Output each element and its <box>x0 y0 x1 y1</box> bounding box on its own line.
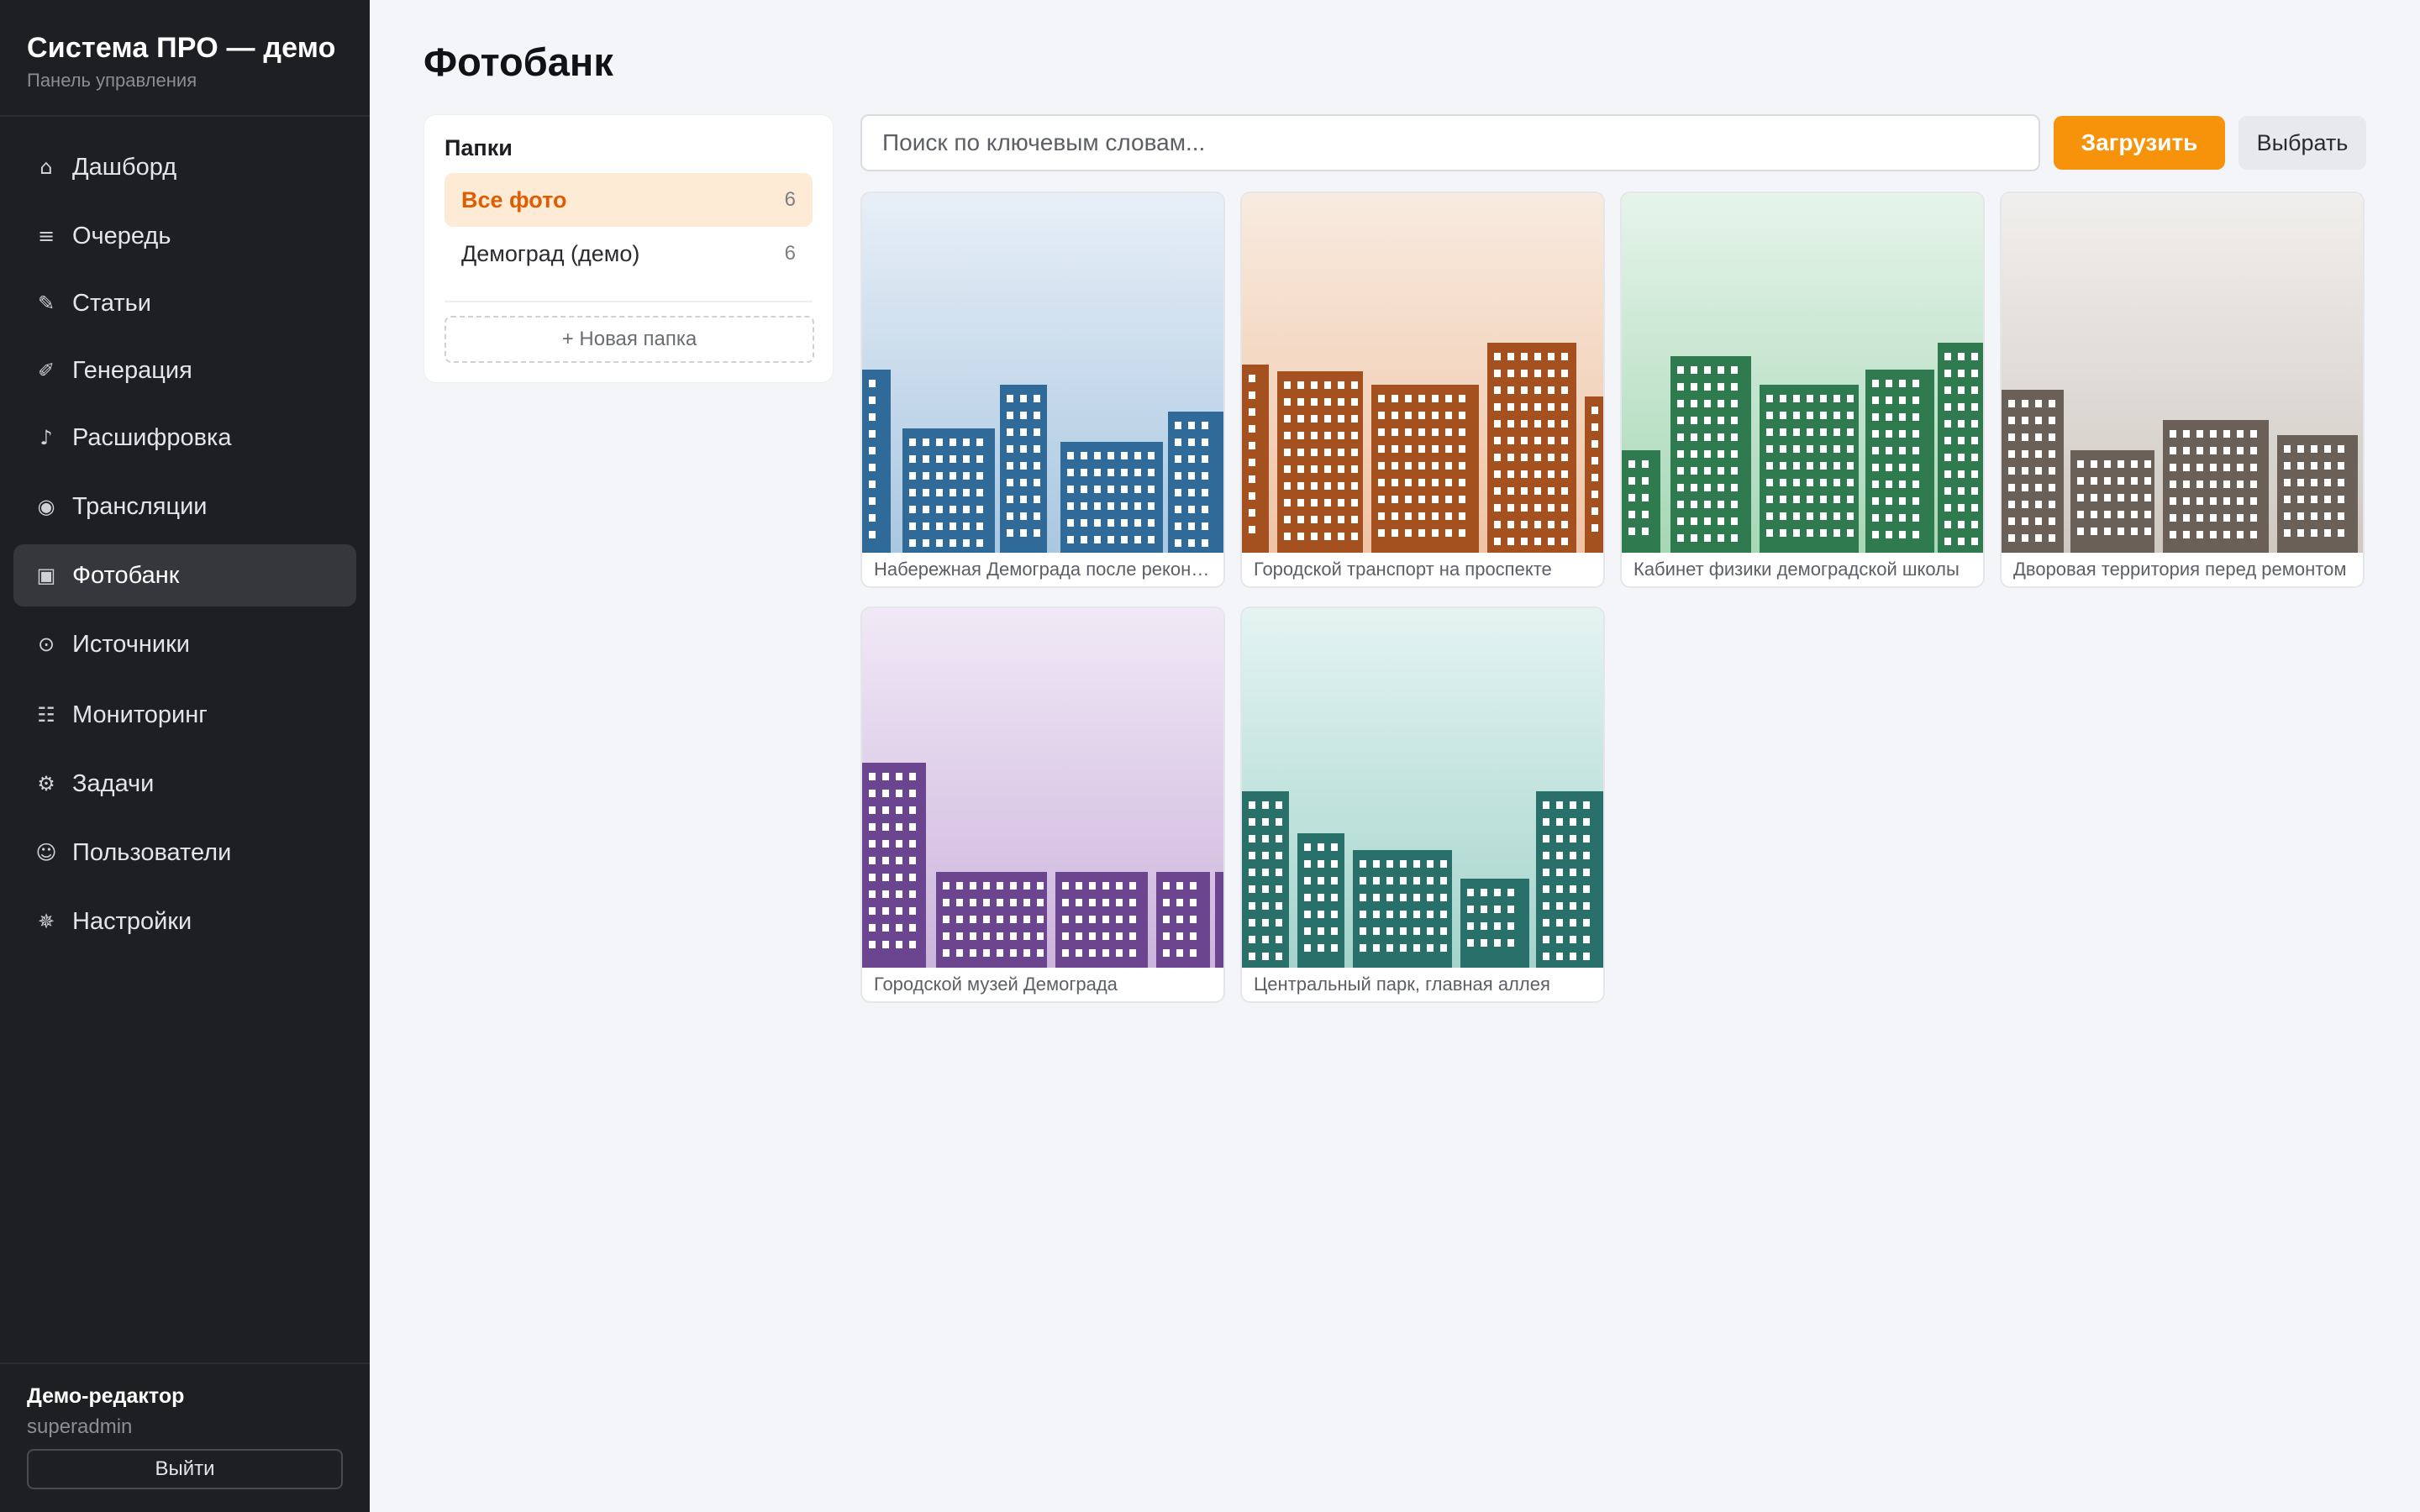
sidebar-item-label: Статьи <box>72 289 151 317</box>
photo-card[interactable]: Дворовая территория перед ремонтом <box>2000 192 2365 588</box>
photo-thumbnail <box>1242 608 1603 968</box>
sidebar-item-label: Фотобанк <box>72 561 180 589</box>
photo-caption: Набережная Демограда после реконструкции <box>874 559 1223 580</box>
sidebar-item-label: Дашборд <box>72 153 177 181</box>
sidebar-item-label: Генерация <box>72 356 192 384</box>
sidebar-item-label: Настройки <box>72 907 192 935</box>
sidebar-item-generation[interactable]: ✐ Генерация <box>13 339 356 402</box>
sidebar-item-monitoring[interactable]: ☷ Мониторинг <box>13 684 356 746</box>
photo-card[interactable]: Набережная Демограда после реконструкции <box>860 192 1225 588</box>
sidebar-item-settings[interactable]: ✵ Настройки <box>13 890 356 953</box>
folder-label: Демоград (демо) <box>461 240 640 266</box>
building-shape <box>862 370 891 553</box>
sidebar-item-label: Задачи <box>72 769 155 797</box>
home-icon: ⌂ <box>39 155 53 179</box>
photo-thumbnail <box>1242 193 1603 553</box>
photo-caption: Дворовая территория перед ремонтом <box>2013 559 2347 580</box>
sidebar: Система ПРО — демо Панель управления ⌂ Д… <box>0 0 370 1512</box>
folder-count: 6 <box>784 188 796 211</box>
broadcast-icon: ◉ <box>37 495 55 518</box>
list-icon: ≡ <box>37 224 55 248</box>
folder-count: 6 <box>784 242 796 265</box>
app-subtitle: Панель управления <box>27 70 197 91</box>
select-button[interactable]: Выбрать <box>2238 116 2366 170</box>
photo-caption: Городской музей Демограда <box>874 974 1118 995</box>
brand: Система ПРО — демо Панель управления <box>0 0 370 117</box>
building-shape <box>1168 412 1223 553</box>
folders-panel: Папки Все фото 6 Демоград (демо) 6 + Нов… <box>424 114 834 383</box>
sidebar-item-label: Расшифровка <box>72 423 232 451</box>
search-input[interactable] <box>860 114 2040 171</box>
photo-thumbnail <box>862 608 1223 968</box>
user-role: superadmin <box>27 1415 133 1438</box>
photo-icon: ▣ <box>36 564 56 587</box>
photo-caption: Кабинет физики демоградской школы <box>1634 559 1960 580</box>
pencil-icon: ✎ <box>37 291 55 315</box>
photo-card[interactable]: Центральный парк, главная аллея <box>1240 606 1605 1003</box>
sidebar-item-label: Источники <box>72 630 191 658</box>
photo-card[interactable]: Городской музей Демограда <box>860 606 1225 1003</box>
sidebar-item-photobank[interactable]: ▣ Фотобанк <box>13 544 356 606</box>
photo-thumbnail <box>1622 193 1983 553</box>
building-shape <box>936 872 1047 968</box>
user-name: Демо-редактор <box>27 1384 185 1408</box>
sidebar-item-label: Пользователи <box>72 838 232 866</box>
photo-card[interactable]: Городской транспорт на проспекте <box>1240 192 1605 588</box>
monitoring-icon: ☷ <box>37 703 55 727</box>
page-title: Фотобанк <box>424 39 613 84</box>
sidebar-item-label: Трансляции <box>72 492 208 520</box>
target-icon: ⊙ <box>37 633 55 656</box>
gear-icon: ⚙ <box>37 772 55 795</box>
sidebar-item-broadcasts[interactable]: ◉ Трансляции <box>13 475 356 538</box>
sidebar-item-label: Очередь <box>72 222 171 249</box>
sidebar-item-label: Мониторинг <box>72 701 208 728</box>
sidebar-item-tasks[interactable]: ⚙ Задачи <box>13 753 356 815</box>
folder-item-all-photos[interactable]: Все фото 6 <box>445 173 813 227</box>
sidebar-item-sources[interactable]: ⊙ Источники <box>13 613 356 675</box>
folder-label: Все фото <box>461 186 567 213</box>
building-shape <box>1622 450 1660 553</box>
user-panel: Демо-редактор superadmin Выйти <box>0 1362 370 1512</box>
pen-icon: ✐ <box>37 359 55 382</box>
folder-item-demograd[interactable]: Демоград (демо) 6 <box>445 227 813 281</box>
user-icon: ☺ <box>35 841 57 864</box>
sidebar-item-queue[interactable]: ≡ Очередь <box>13 205 356 267</box>
app-title: Система ПРО — демо <box>27 32 336 64</box>
folders-title: Папки <box>445 135 513 160</box>
upload-button[interactable]: Загрузить <box>2054 116 2225 170</box>
photo-card[interactable]: Кабинет физики демоградской школы <box>1620 192 1985 588</box>
music-note-icon: ♪ <box>39 426 53 449</box>
sidebar-item-transcription[interactable]: ♪ Расшифровка <box>13 407 356 469</box>
photo-caption: Городской транспорт на проспекте <box>1254 559 1552 580</box>
settings-icon: ✵ <box>37 910 55 933</box>
sidebar-item-users[interactable]: ☺ Пользователи <box>13 822 356 884</box>
sidebar-item-articles[interactable]: ✎ Статьи <box>13 272 356 334</box>
building-shape <box>1215 872 1223 968</box>
sidebar-item-dashboard[interactable]: ⌂ Дашборд <box>13 136 356 198</box>
new-folder-button[interactable]: + Новая папка <box>445 316 814 363</box>
photo-thumbnail <box>2002 193 2363 553</box>
logout-button[interactable]: Выйти <box>27 1449 343 1489</box>
photo-thumbnail <box>862 193 1223 553</box>
photo-caption: Центральный парк, главная аллея <box>1254 974 1550 995</box>
divider <box>445 301 813 302</box>
